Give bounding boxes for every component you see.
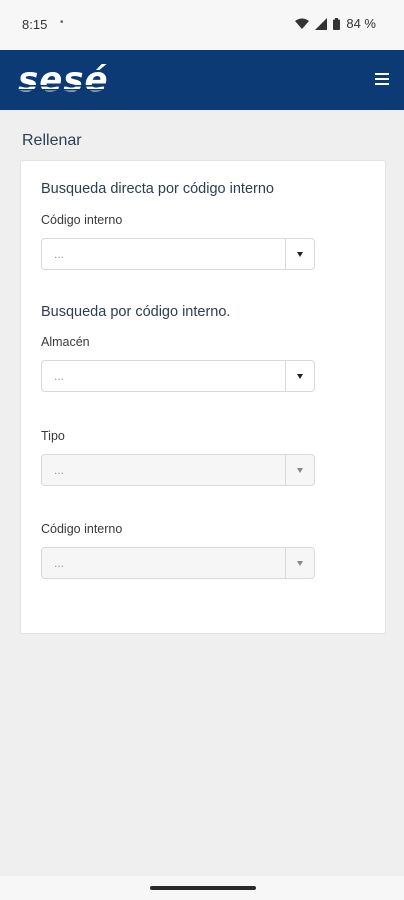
- app-header: sesé: [0, 50, 404, 110]
- system-navigation-bar: [0, 876, 404, 900]
- status-bar: 8:15 • 84 %: [0, 0, 404, 50]
- code-label: Código interno: [41, 522, 123, 536]
- battery-icon: [333, 17, 341, 30]
- chevron-down-icon[interactable]: [285, 548, 314, 578]
- code-search-heading: Busqueda por código interno.: [41, 304, 231, 320]
- type-label: Tipo: [41, 429, 65, 443]
- status-time: 8:15: [22, 17, 48, 32]
- type-select[interactable]: ...: [41, 454, 315, 486]
- code-select[interactable]: ...: [41, 547, 315, 579]
- home-gesture-handle[interactable]: [150, 886, 256, 890]
- search-form-card: Busqueda directa por código interno Códi…: [20, 160, 386, 634]
- chevron-down-icon[interactable]: [285, 455, 314, 485]
- direct-code-select[interactable]: ...: [41, 238, 315, 270]
- cellular-signal-icon: [315, 17, 328, 30]
- direct-code-select-value: ...: [54, 247, 65, 261]
- warehouse-label: Almacén: [41, 335, 90, 349]
- wifi-icon: [295, 18, 310, 30]
- warehouse-select-value: ...: [54, 369, 65, 383]
- type-select-value: ...: [54, 463, 65, 477]
- battery-percent: 84 %: [346, 16, 376, 31]
- warehouse-select[interactable]: ...: [41, 360, 315, 392]
- chevron-down-icon[interactable]: [285, 361, 314, 391]
- hamburger-menu-icon[interactable]: [374, 70, 390, 88]
- status-icons: 84 %: [295, 16, 376, 31]
- direct-code-label: Código interno: [41, 213, 123, 227]
- notification-dot: •: [60, 17, 64, 28]
- chevron-down-icon[interactable]: [285, 239, 314, 269]
- brand-logo[interactable]: sesé: [18, 62, 109, 98]
- page-title: Rellenar: [22, 132, 82, 149]
- code-select-value: ...: [54, 556, 65, 570]
- direct-search-heading: Busqueda directa por código interno: [41, 181, 274, 197]
